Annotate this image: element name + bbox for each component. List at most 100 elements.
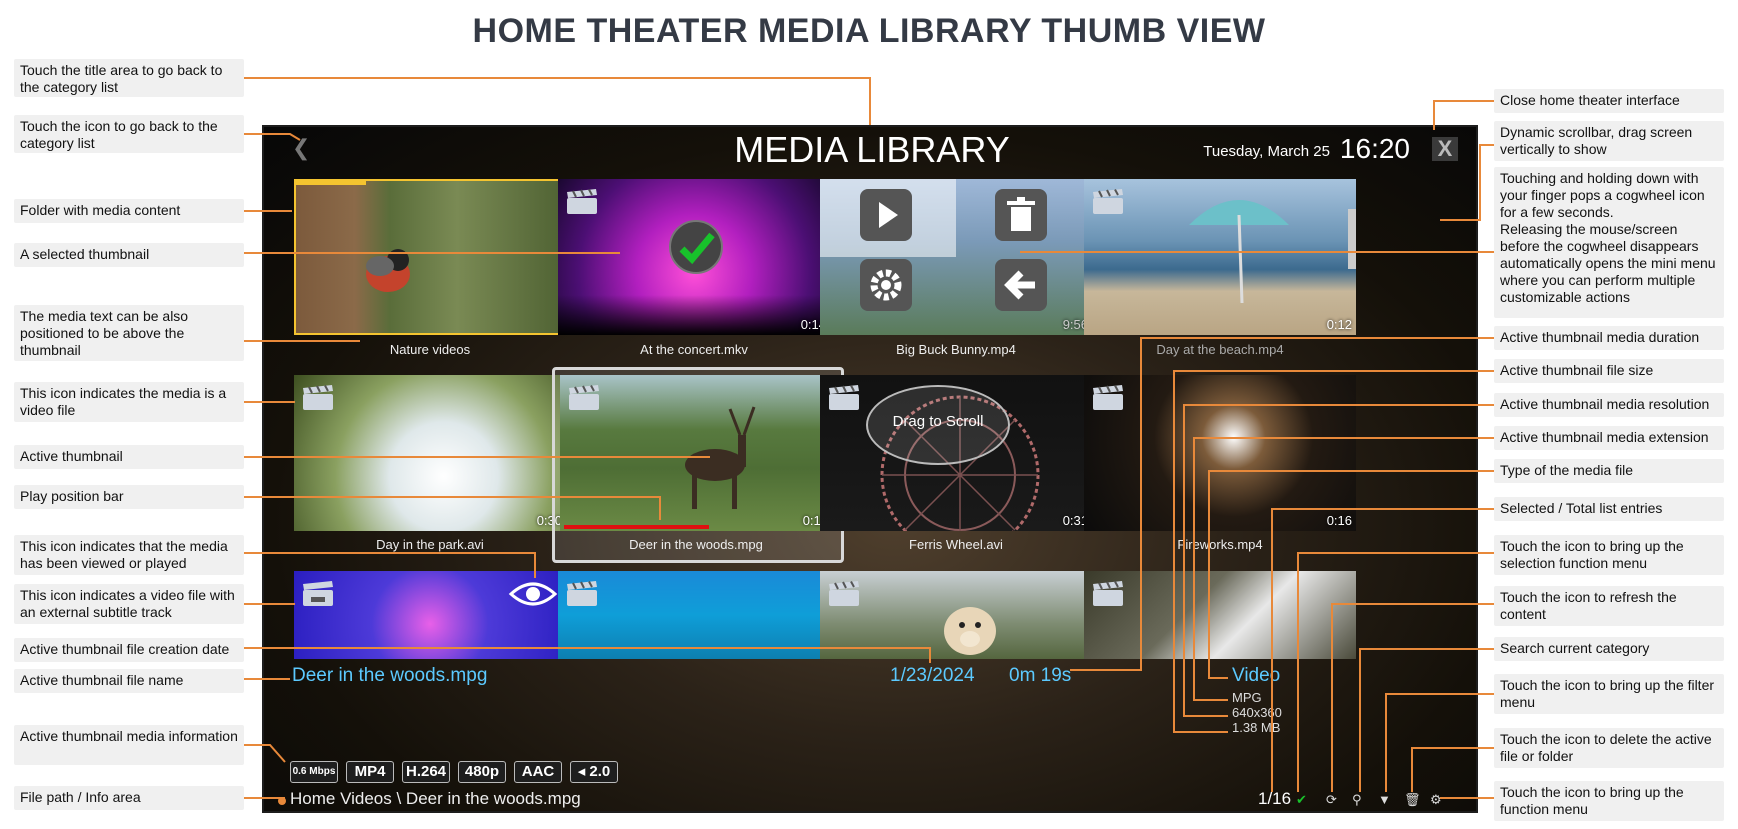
- back-arrow-icon: [1004, 270, 1035, 300]
- delete-icon[interactable]: 🗑: [1404, 792, 1421, 808]
- active-media-type: Video: [1232, 665, 1281, 686]
- callout-media-type: Type of the media file: [1494, 459, 1724, 483]
- thumbnail-dog[interactable]: [820, 571, 1092, 659]
- play-button[interactable]: [860, 189, 912, 241]
- eye-icon: [508, 582, 558, 606]
- callout-subtitle-icon: This icon indicates a video file with an…: [14, 584, 244, 624]
- active-file-duration: 0m 19s: [1009, 665, 1072, 686]
- resolution-badge: 480p: [458, 761, 506, 783]
- video-clapper-icon: [1093, 581, 1123, 606]
- folder-tab: [296, 181, 366, 185]
- thumbnail-caption: Ferris Wheel.avi: [909, 537, 1003, 552]
- callout-selection-menu: Touch the icon to bring up the selection…: [1494, 535, 1724, 575]
- thumbnail-day-at-the-beach[interactable]: 0:12: [1084, 179, 1356, 335]
- callout-resolution: Active thumbnail media resolution: [1494, 393, 1724, 417]
- video-clapper-icon: [569, 385, 599, 410]
- thumbnail-caption: Fireworks.mp4: [1177, 537, 1263, 552]
- media-library-screen: ❮ MEDIA LIBRARY Tuesday, March 25 16:20 …: [262, 125, 1478, 813]
- active-file-size: 1.38 MB: [1232, 720, 1281, 735]
- video-clapper-icon: [1093, 385, 1123, 410]
- thumbnail-nature-videos[interactable]: [294, 179, 566, 335]
- active-file-date: 1/23/2024: [890, 665, 975, 686]
- thumbnail-jellyfish[interactable]: [294, 571, 566, 659]
- filter-icon[interactable]: ▼: [1378, 792, 1391, 807]
- callout-cogwheel: Touching and holding down with your fing…: [1494, 167, 1724, 318]
- thumbnail-caption: Deer in the woods.mpg: [629, 537, 763, 552]
- callout-title-area: Touch the title area to go back to the c…: [14, 59, 244, 97]
- play-icon: [879, 202, 898, 228]
- settings-button[interactable]: [860, 259, 912, 311]
- callout-delete: Touch the icon to delete the active file…: [1494, 728, 1724, 768]
- callout-search: Search current category: [1494, 637, 1724, 661]
- close-button[interactable]: X: [1432, 137, 1458, 161]
- callout-close: Close home theater interface: [1494, 89, 1724, 113]
- callout-scrollbar: Dynamic scrollbar, drag screen verticall…: [1494, 121, 1724, 161]
- callout-file-path: File path / Info area: [14, 786, 244, 810]
- thumbnail-caption: Nature videos: [389, 342, 471, 357]
- callout-back-icon: Touch the icon to go back to the categor…: [14, 115, 244, 153]
- path-indicator-dot: [278, 797, 286, 805]
- thumbnail-big-buck-bunny[interactable]: 9:56: [820, 179, 1092, 335]
- trash-icon: [1007, 197, 1035, 231]
- callout-video-icon: This icon indicates the media is a video…: [14, 382, 244, 422]
- callout-selected: A selected thumbnail: [14, 243, 244, 267]
- audio-channels-value: 2.0: [589, 763, 611, 780]
- dog-image: [944, 607, 996, 655]
- thumbnail-at-the-concert[interactable]: 0:14: [558, 179, 830, 335]
- callout-count: Selected / Total list entries: [1494, 497, 1724, 521]
- thumbnail-ferris-wheel[interactable]: Drag to Scroll 0:31: [820, 375, 1092, 531]
- header-date: Tuesday, March 25: [1203, 143, 1330, 160]
- file-path: Home Videos \ Deer in the woods.mpg: [290, 789, 581, 808]
- thumbnail-underwater[interactable]: [558, 571, 830, 659]
- thumbnail-caption: Day at the beach.mp4: [1156, 342, 1284, 357]
- gear-icon[interactable]: ⚙: [1430, 792, 1442, 808]
- subtitle-video-icon: [303, 581, 333, 606]
- thumbnail-fireworks[interactable]: 0:16: [1084, 375, 1356, 531]
- callout-file-size: Active thumbnail file size: [1494, 359, 1724, 383]
- header-time: 16:20: [1339, 133, 1410, 164]
- bird-image: [366, 249, 410, 292]
- drag-hint-bubble: Drag to Scroll: [866, 385, 1010, 465]
- thumbnail-caption: At the concert.mkv: [640, 342, 748, 357]
- page-title: HOME THEATER MEDIA LIBRARY THUMB VIEW: [472, 12, 1266, 50]
- video-codec-badge: H.264: [402, 761, 450, 783]
- refresh-icon[interactable]: ⟳: [1326, 792, 1337, 808]
- viewed-checkmark-icon: [669, 220, 723, 274]
- callout-media-info: Active thumbnail media information: [14, 725, 244, 765]
- thumbnail-deer-in-the-woods[interactable]: 0:19: [560, 375, 832, 531]
- back-arrow-button[interactable]: [995, 259, 1047, 311]
- selection-menu-icon[interactable]: ✔: [1296, 792, 1307, 808]
- crowd-silhouette: [558, 295, 830, 335]
- audio-channels-badge: ◂ 2.0: [570, 761, 618, 783]
- thumbnail-duration: 0:12: [1326, 317, 1352, 332]
- active-file-extension: MPG: [1232, 690, 1262, 705]
- dynamic-scrollbar[interactable]: [1348, 209, 1356, 269]
- speaker-icon: ◂: [577, 763, 586, 780]
- audio-codec-badge: AAC: [514, 761, 562, 783]
- callout-active-thumb: Active thumbnail: [14, 445, 244, 469]
- video-clapper-icon: [829, 385, 859, 410]
- entry-count: 1/16: [1258, 789, 1292, 808]
- thumbnail-caption: Big Buck Bunny.mp4: [896, 342, 1016, 357]
- callout-file-name: Active thumbnail file name: [14, 669, 244, 693]
- play-position-bar[interactable]: [564, 525, 709, 529]
- search-icon[interactable]: ⚲: [1352, 792, 1362, 808]
- callout-play-bar: Play position bar: [14, 485, 244, 509]
- thumbnail-duration: 0:16: [1326, 513, 1352, 528]
- gear-icon: [870, 269, 902, 301]
- video-clapper-icon: [567, 189, 597, 214]
- container-badge: MP4: [346, 761, 394, 783]
- callout-refresh: Touch the icon to refresh the content: [1494, 586, 1724, 626]
- thumbnail-waterfall[interactable]: [1084, 571, 1356, 659]
- drag-hint-text: Drag to Scroll: [892, 413, 984, 430]
- bitrate-badge: 0.6 Mbps: [290, 761, 338, 783]
- delete-button[interactable]: [995, 189, 1047, 241]
- callout-filter: Touch the icon to bring up the filter me…: [1494, 674, 1724, 714]
- video-clapper-icon: [567, 581, 597, 606]
- thumbnail-day-in-the-park[interactable]: 0:30: [294, 375, 566, 531]
- callout-folder: Folder with media content: [14, 199, 244, 223]
- callout-media-text: The media text can be also positioned to…: [14, 305, 244, 361]
- callout-extension: Active thumbnail media extension: [1494, 426, 1724, 450]
- active-file-resolution: 640x360: [1232, 705, 1282, 720]
- deer-image: [685, 406, 756, 509]
